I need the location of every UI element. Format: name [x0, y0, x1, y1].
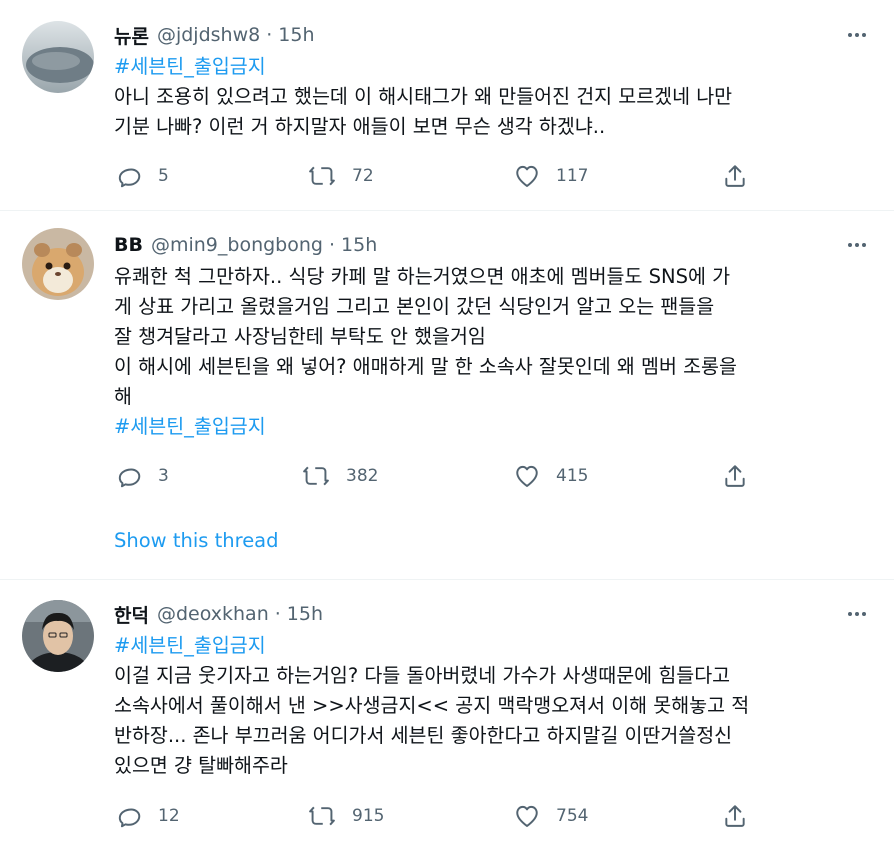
tweet-line: 소속사에서 풀이해서 낸 >>사생금지<< 공지 맥락맹오져서 이해 못해놓고 …: [114, 694, 750, 717]
tweet-line: 반하장... 존나 부끄러움 어디가서 세븐틴 좋아한다고 하지말길 이딴거쓸정…: [114, 724, 733, 747]
heart-icon: [514, 163, 540, 189]
display-name[interactable]: 한덕: [114, 601, 149, 628]
heart-icon: [514, 463, 540, 489]
like-button[interactable]: 415: [514, 460, 588, 492]
tweet-header: 뉴론 @jdjdshw8 · 15h: [114, 22, 314, 48]
separator-dot: ·: [328, 234, 336, 256]
retweet-count: 382: [346, 466, 379, 486]
tweet[interactable]: 뉴론 @jdjdshw8 · 15h #세븐틴_출입금지 아니 조용히 있으려고…: [0, 0, 894, 210]
more-icon[interactable]: [844, 601, 870, 627]
separator-dot: ·: [266, 24, 273, 46]
avatar-image: [22, 600, 94, 672]
retweet-count: 72: [352, 166, 374, 186]
reply-count: 5: [158, 166, 169, 186]
avatar[interactable]: [22, 600, 94, 672]
tweet-line: 해: [114, 385, 132, 408]
reply-button[interactable]: 3: [116, 460, 169, 492]
avatar[interactable]: [22, 228, 94, 300]
reply-icon: [116, 803, 142, 829]
tweet-line: 잘 챙겨달라고 사장님한테 부탁도 안 했을거임: [114, 325, 486, 348]
share-button[interactable]: [722, 800, 748, 832]
tweet-line: 있으면 걍 탈빠해주라: [114, 754, 288, 777]
reply-button[interactable]: 5: [116, 160, 169, 192]
hashtag-link[interactable]: #세븐틴_출입금지: [114, 412, 874, 442]
tweet-text: #세븐틴_출입금지 이걸 지금 웃기자고 하는거임? 다들 돌아버렸네 가수가 …: [114, 631, 874, 781]
user-handle[interactable]: @deoxkhan: [157, 603, 269, 625]
tweet[interactable]: 한덕 @deoxkhan · 15h #세븐틴_출입금지 이걸 지금 웃기자고 …: [0, 580, 894, 847]
share-icon: [722, 163, 748, 189]
more-icon[interactable]: [844, 22, 870, 48]
like-count: 754: [556, 806, 589, 826]
retweet-icon: [308, 803, 336, 829]
like-count: 117: [556, 166, 589, 186]
retweet-count: 915: [352, 806, 385, 826]
reply-icon: [116, 463, 142, 489]
retweet-button[interactable]: 382: [302, 460, 378, 492]
retweet-button[interactable]: 915: [308, 800, 384, 832]
action-bar: 5 72 117: [0, 160, 894, 192]
retweet-icon: [308, 163, 336, 189]
tweet-text: 유쾌한 척 그만하자.. 식당 카페 말 하는거였으면 애초에 멤버들도 SNS…: [114, 262, 874, 442]
display-name[interactable]: BB: [114, 234, 143, 256]
tweet[interactable]: BB @min9_bongbong · 15h 유쾌한 척 그만하자.. 식당 …: [0, 211, 894, 579]
tweet-header: 한덕 @deoxkhan · 15h: [114, 601, 323, 627]
timestamp[interactable]: 15h: [278, 24, 314, 46]
reply-count: 3: [158, 466, 169, 486]
like-button[interactable]: 117: [514, 160, 588, 192]
user-handle[interactable]: @jdjdshw8: [157, 24, 260, 46]
display-name[interactable]: 뉴론: [114, 22, 149, 49]
reply-count: 12: [158, 806, 180, 826]
avatar-image: [22, 21, 94, 93]
share-icon: [722, 803, 748, 829]
like-count: 415: [556, 466, 589, 486]
tweet-header: BB @min9_bongbong · 15h: [114, 232, 377, 258]
timestamp[interactable]: 15h: [287, 603, 323, 625]
hashtag-link[interactable]: #세븐틴_출입금지: [114, 52, 874, 82]
tweet-line: 기분 나빠? 이런 거 하지말자 애들이 보면 무슨 생각 하겠냐..: [114, 115, 606, 138]
tweet-line: 아니 조용히 있으려고 했는데 이 해시태그가 왜 만들어진 건지 모르겠네 나…: [114, 85, 733, 108]
share-button[interactable]: [722, 460, 748, 492]
user-handle[interactable]: @min9_bongbong: [151, 234, 323, 256]
retweet-button[interactable]: 72: [308, 160, 374, 192]
like-button[interactable]: 754: [514, 800, 588, 832]
action-bar: 3 382 415: [0, 460, 894, 492]
tweet-line: 게 상표 가리고 올렸을거임 그리고 본인이 갔던 식당인거 알고 오는 팬들을: [114, 295, 715, 318]
retweet-icon: [302, 463, 330, 489]
avatar[interactable]: [22, 21, 94, 93]
share-icon: [722, 463, 748, 489]
hashtag-link[interactable]: #세븐틴_출입금지: [114, 631, 874, 661]
timestamp[interactable]: 15h: [341, 234, 377, 256]
tweet-text: #세븐틴_출입금지 아니 조용히 있으려고 했는데 이 해시태그가 왜 만들어진…: [114, 52, 874, 142]
tweet-line: 유쾌한 척 그만하자.. 식당 카페 말 하는거였으면 애초에 멤버들도 SNS…: [114, 265, 731, 288]
reply-icon: [116, 163, 142, 189]
heart-icon: [514, 803, 540, 829]
share-button[interactable]: [722, 160, 748, 192]
reply-button[interactable]: 12: [116, 800, 180, 832]
more-icon[interactable]: [844, 232, 870, 258]
action-bar: 12 915 754: [0, 800, 894, 832]
show-thread-link[interactable]: Show this thread: [114, 529, 279, 552]
tweet-line: 이 해시에 세븐틴을 왜 넣어? 애매하게 말 한 소속사 잘못인데 왜 멤버 …: [114, 355, 737, 378]
separator-dot: ·: [274, 603, 281, 625]
avatar-image: [22, 228, 94, 300]
tweet-line: 이걸 지금 웃기자고 하는거임? 다들 돌아버렸네 가수가 사생때문에 힘들다고: [114, 664, 731, 687]
